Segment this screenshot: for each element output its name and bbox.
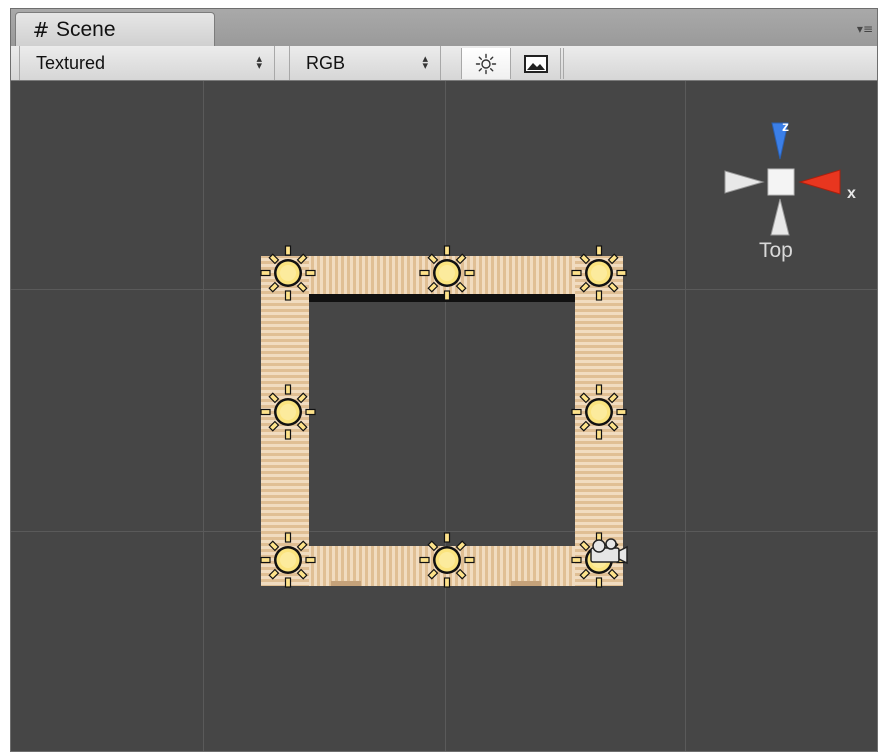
- wall-shadow: [309, 294, 575, 302]
- neg-z-axis-cone[interactable]: [770, 198, 790, 236]
- scene-overlay-toggle[interactable]: [511, 48, 561, 79]
- scene-lighting-toggle[interactable]: [461, 48, 511, 79]
- tab-scene[interactable]: # Scene: [15, 12, 215, 46]
- scene-toolbar: Textured ▴ ▾ RGB ▴ ▾: [11, 46, 877, 81]
- view-label[interactable]: Top: [759, 239, 793, 263]
- panel-menu-icon[interactable]: ▾≡: [857, 22, 873, 36]
- scene-viewport[interactable]: z x Top: [11, 81, 877, 751]
- scene-window: # Scene ▾≡ Textured ▴ ▾ RGB ▴ ▾ z x Top: [10, 8, 878, 752]
- floor-trim: [331, 581, 361, 586]
- image-icon: [523, 54, 548, 73]
- render-mode-value: Textured: [36, 52, 106, 73]
- toolbar-divider: [563, 48, 564, 79]
- neg-x-axis-cone[interactable]: [724, 170, 765, 194]
- x-axis-cone[interactable]: [798, 169, 841, 195]
- sun-icon: [475, 53, 497, 74]
- x-axis-label: x: [847, 185, 856, 202]
- scene-hash-icon: #: [32, 17, 50, 42]
- scene-objects: [260, 122, 841, 588]
- render-mode-dropdown[interactable]: Textured ▴ ▾: [19, 46, 275, 80]
- color-mode-value: RGB: [306, 52, 346, 73]
- dropdown-arrows-icon: ▴ ▾: [422, 53, 428, 72]
- floor-trim: [511, 581, 541, 586]
- tab-scene-label: Scene: [56, 17, 116, 41]
- color-mode-dropdown[interactable]: RGB ▴ ▾: [289, 46, 441, 80]
- tab-bar: # Scene ▾≡: [11, 9, 877, 47]
- gizmo-center-cube[interactable]: [767, 168, 795, 196]
- z-axis-label: z: [782, 118, 789, 134]
- orientation-gizmo[interactable]: [724, 122, 841, 236]
- dropdown-arrows-icon: ▴ ▾: [256, 53, 262, 72]
